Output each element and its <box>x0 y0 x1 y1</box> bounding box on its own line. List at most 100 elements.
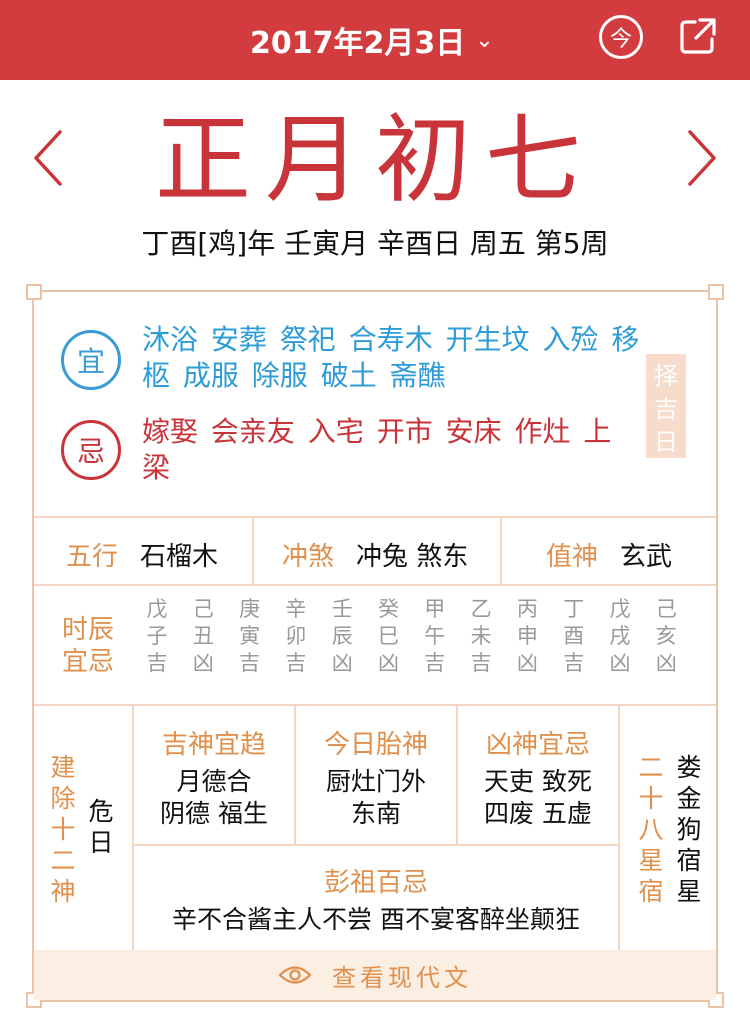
shichen-hour-char: 吉 <box>470 651 492 675</box>
divider <box>618 706 620 950</box>
divider <box>500 518 502 584</box>
jianchu-value-char: 日 <box>88 828 114 857</box>
shichen-hour-char: 戊 <box>146 597 168 621</box>
xingxiu-value-char: 金 <box>676 784 702 813</box>
xiongshen-line: 天吏 致死 <box>484 767 592 796</box>
jianchu-value: 危 日 <box>86 796 116 858</box>
shichen-hour: 庚寅吉 <box>235 596 265 677</box>
xingxiu-value-char: 宿 <box>676 846 702 875</box>
shichen-hour-char: 凶 <box>516 651 538 675</box>
shichen-hour-char: 吉 <box>563 651 585 675</box>
shichen-hour: 丁酉吉 <box>559 596 589 677</box>
shichen-hour-char: 壬 <box>331 597 353 621</box>
xingxiu-value: 娄 金 狗 宿 星 <box>674 752 704 907</box>
shichen-hour-char: 辰 <box>331 624 353 648</box>
shichen-hour-char: 未 <box>470 624 492 648</box>
shichen-label: 时辰 宜忌 <box>62 614 114 678</box>
shichen-hour-char: 吉 <box>146 651 168 675</box>
xingxiu-char: 二 <box>638 753 664 782</box>
shichen-hour-char: 吉 <box>239 651 261 675</box>
next-day-arrow-icon[interactable] <box>682 128 722 188</box>
divider <box>34 584 716 586</box>
jianchu-char: 除 <box>50 784 76 813</box>
top-bar: 2017年2月3日 ⌄ 今 <box>0 0 750 80</box>
eye-icon <box>278 966 312 984</box>
shichen-hour-char: 吉 <box>424 651 446 675</box>
shichen-hour-char: 酉 <box>563 624 585 648</box>
divider <box>34 516 716 518</box>
shichen-hour-char: 寅 <box>239 624 261 648</box>
shichen-hour: 己亥凶 <box>651 596 681 677</box>
yi-badge-icon: 宜 <box>61 330 121 390</box>
view-modern-text-label: 查看现代文 <box>332 963 472 992</box>
shichen-hour: 己丑凶 <box>188 596 218 677</box>
wuxing-value: 石榴木 <box>140 542 219 572</box>
shichen-hour-char: 巳 <box>378 624 399 648</box>
shichen-hour-char: 癸 <box>378 597 399 621</box>
view-modern-text-button[interactable]: 查看现代文 <box>34 950 716 1000</box>
taishen-line: 东南 <box>350 799 401 828</box>
pengzu-text: 辛不合酱主人不尝 酉不宴客醉坐颠狂 <box>172 905 580 934</box>
shichen-hour-char: 庚 <box>239 597 261 621</box>
zeji-char: 择 <box>654 362 678 390</box>
ji-items: 嫁娶 会亲友 入宅 开市 安床 作灶 上梁 <box>142 415 612 484</box>
chevron-down-icon: ⌄ <box>475 27 494 53</box>
shichen-hour: 癸巳凶 <box>374 596 404 677</box>
xingxiu-label: 二 十 八 星 宿 <box>636 752 666 907</box>
xingxiu-value-char: 星 <box>676 877 702 906</box>
jianchu-char: 神 <box>50 877 76 906</box>
shichen-hour-char: 凶 <box>192 651 214 675</box>
zhishen-value: 玄武 <box>620 542 673 572</box>
taishen-title: 今日胎神 <box>323 730 428 760</box>
today-button[interactable]: 今 <box>599 15 643 59</box>
xingxiu-char: 八 <box>638 815 664 844</box>
shichen-hour-char: 凶 <box>655 651 677 675</box>
chongsha-label: 冲煞 <box>282 542 335 572</box>
shichen-hour-char: 凶 <box>331 651 353 675</box>
shichen-hour-char: 子 <box>146 624 168 648</box>
almanac-card: 宜 沐浴 安葬 祭祀 合寿木 开生坟 入殓 移柩 成服 除服 破土 斋醮 忌 嫁… <box>26 284 724 1008</box>
xingxiu-char: 星 <box>638 846 664 875</box>
shichen-hour-char: 甲 <box>424 597 446 621</box>
shichen-hour-char: 丁 <box>563 597 585 621</box>
xingxiu-value-char: 娄 <box>676 753 702 782</box>
shichen-hour-char: 吉 <box>285 651 307 675</box>
jishen-line: 月德合 <box>176 767 252 796</box>
xingxiu-value-char: 狗 <box>676 815 702 844</box>
shichen-hour-char: 申 <box>516 624 538 648</box>
shichen-hour: 戊子吉 <box>142 596 172 677</box>
xiongshen-line: 四废 五虚 <box>484 799 592 828</box>
ji-badge-icon: 忌 <box>61 420 121 480</box>
shichen-hour-char: 辛 <box>285 597 307 621</box>
shichen-hour-char: 亥 <box>655 624 677 648</box>
yi-items: 沐浴 安葬 祭祀 合寿木 开生坟 入殓 移柩 成服 除服 破土 斋醮 <box>142 323 640 392</box>
zeji-button[interactable]: 择 吉 日 <box>646 354 686 458</box>
shichen-hour: 丙申凶 <box>512 596 542 677</box>
shichen-hour-char: 凶 <box>609 651 631 675</box>
shichen-hour-char: 戊 <box>609 597 631 621</box>
shichen-hour: 甲午吉 <box>420 596 450 677</box>
zeji-char: 吉 <box>654 395 678 423</box>
chongsha-value: 冲兔 煞东 <box>356 542 469 572</box>
jishen-title: 吉神宜趋 <box>161 730 266 760</box>
shichen-hour-char: 午 <box>424 624 446 648</box>
divider <box>134 844 618 846</box>
corner-ornament <box>26 284 42 300</box>
taishen-body: 厨灶门外 东南 <box>296 766 456 830</box>
jianchu-char: 建 <box>50 753 76 782</box>
shichen-hour: 辛卯吉 <box>281 596 311 677</box>
shichen-hour-char: 己 <box>655 597 677 621</box>
shichen-hour-char: 卯 <box>285 624 307 648</box>
jianchu-char: 十 <box>50 815 76 844</box>
date-picker[interactable]: 2017年2月3日 ⌄ <box>250 18 494 62</box>
shichen-hour: 戊戌凶 <box>605 596 635 677</box>
shichen-hour-char: 丑 <box>192 624 214 648</box>
pengzu-title: 彭祖百忌 <box>323 868 428 898</box>
today-label: 今 <box>609 27 632 52</box>
zhishen-label: 值神 <box>546 542 599 572</box>
lunar-date: 正月初七 <box>155 104 595 216</box>
xiongshen-title: 凶神宜忌 <box>485 730 590 760</box>
shichen-label-line: 宜忌 <box>62 647 115 677</box>
share-icon[interactable] <box>678 16 718 56</box>
wuxing-label: 五行 <box>66 542 119 572</box>
